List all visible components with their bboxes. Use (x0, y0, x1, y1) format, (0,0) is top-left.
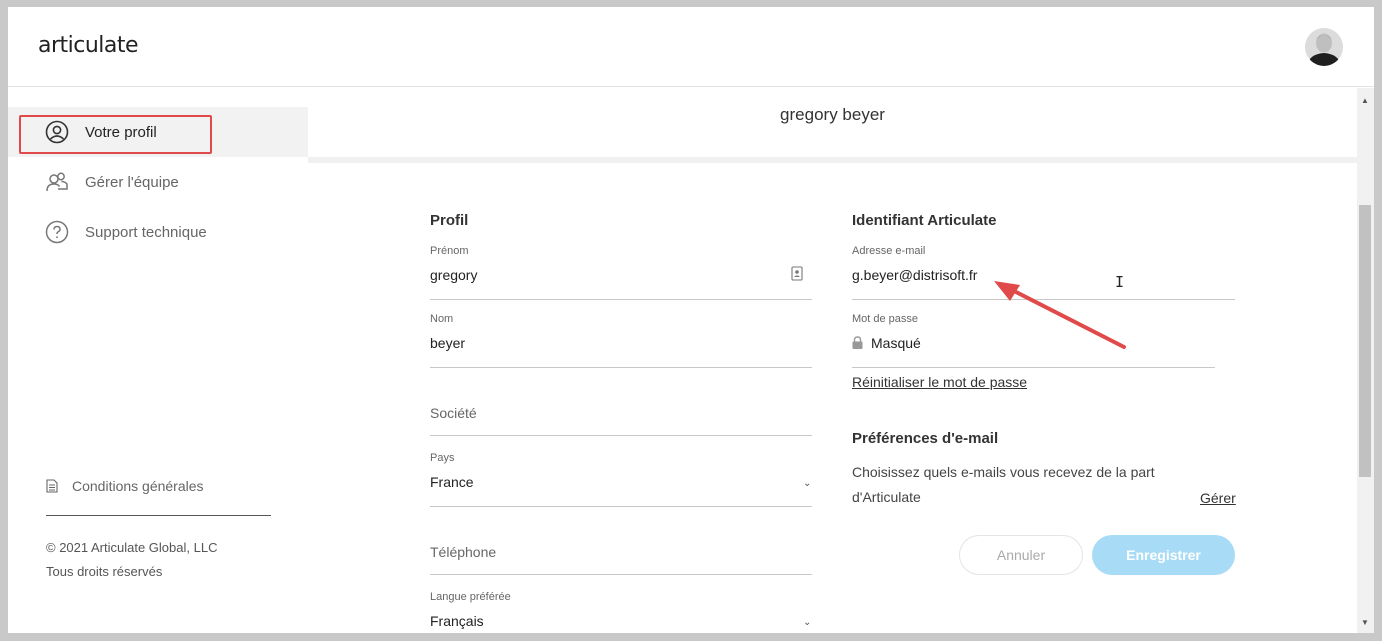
team-icon (46, 172, 68, 192)
first-name-label: Prénom (430, 245, 469, 257)
email-underline (852, 299, 1235, 300)
avatar-photo (1305, 28, 1343, 66)
profile-username: gregory beyer (780, 105, 885, 124)
first-name-field[interactable]: gregory (430, 267, 477, 283)
country-underline (430, 506, 812, 507)
account-section-title: Identifiant Articulate (852, 212, 997, 229)
email-field[interactable]: g.beyer@distrisoft.fr (852, 267, 977, 283)
top-bar: articulate (8, 7, 1374, 87)
email-prefs-title: Préférences d'e-mail (852, 430, 999, 447)
country-label: Pays (430, 452, 455, 464)
sidebar-item-support[interactable]: Support technique (8, 207, 308, 257)
last-name-label: Nom (430, 313, 454, 325)
sidebar-item-label: Support technique (85, 223, 207, 241)
password-label: Mot de passe (852, 313, 919, 325)
app-window: articulate Votre profil Gérer l'équipe S… (8, 7, 1374, 633)
last-name-underline (430, 367, 812, 368)
chevron-down-icon[interactable]: ⌄ (803, 478, 811, 489)
language-select[interactable]: Français (430, 613, 484, 629)
email-label: Adresse e-mail (852, 245, 926, 257)
scroll-up-arrow-icon[interactable]: ▲ (1361, 96, 1369, 105)
scroll-down-arrow-icon[interactable]: ▼ (1361, 618, 1369, 627)
rights-text: Tous droits réservés (46, 564, 163, 579)
sidebar-item-label: Votre profil (85, 123, 157, 141)
last-name-field[interactable]: beyer (430, 335, 465, 351)
profile-header: gregory beyer (308, 88, 1357, 163)
save-button[interactable]: Enregistrer (1092, 535, 1235, 575)
email-prefs-description: Choisissez quels e-mails vous recevez de… (852, 464, 1155, 505)
vertical-scrollbar[interactable]: ▲ ▼ (1357, 88, 1374, 633)
sidebar-divider (46, 515, 271, 516)
language-label: Langue préférée (430, 591, 511, 603)
terms-label: Conditions générales (72, 478, 204, 494)
articulate-logo[interactable]: articulate (38, 33, 139, 58)
password-underline (852, 367, 1215, 368)
user-avatar[interactable] (1305, 28, 1343, 66)
password-field[interactable]: Masqué (871, 335, 921, 351)
reset-password-link[interactable]: Réinitialiser le mot de passe (852, 374, 1027, 390)
user-circle-icon (45, 120, 69, 144)
profile-section-title: Profil (430, 212, 469, 229)
cancel-button[interactable]: Annuler (959, 535, 1083, 575)
scroll-thumb[interactable] (1359, 205, 1371, 477)
terms-link[interactable]: Conditions générales (46, 478, 204, 494)
sidebar-item-label: Gérer l'équipe (85, 173, 179, 191)
copyright-text: © 2021 Articulate Global, LLC (46, 540, 218, 555)
lock-icon (852, 336, 863, 349)
phone-field[interactable]: Téléphone (430, 544, 496, 560)
manage-emails-link[interactable]: Gérer (1200, 490, 1236, 506)
chevron-down-icon[interactable]: ⌄ (803, 617, 811, 628)
question-icon (45, 220, 69, 244)
company-field[interactable]: Société (430, 405, 477, 421)
country-select[interactable]: France (430, 474, 474, 490)
company-underline (430, 435, 812, 436)
phone-underline (430, 574, 812, 575)
document-icon (46, 479, 58, 493)
sidebar-item-team[interactable]: Gérer l'équipe (8, 157, 308, 207)
sidebar-item-profile[interactable]: Votre profil (8, 107, 308, 157)
contact-card-icon[interactable] (791, 266, 803, 281)
text-cursor-icon: I (1115, 273, 1125, 291)
first-name-underline (430, 299, 812, 300)
main-content: gregory beyer Profil Prénom gregory Nom … (308, 88, 1357, 633)
sidebar: Votre profil Gérer l'équipe Support tech… (8, 88, 308, 633)
